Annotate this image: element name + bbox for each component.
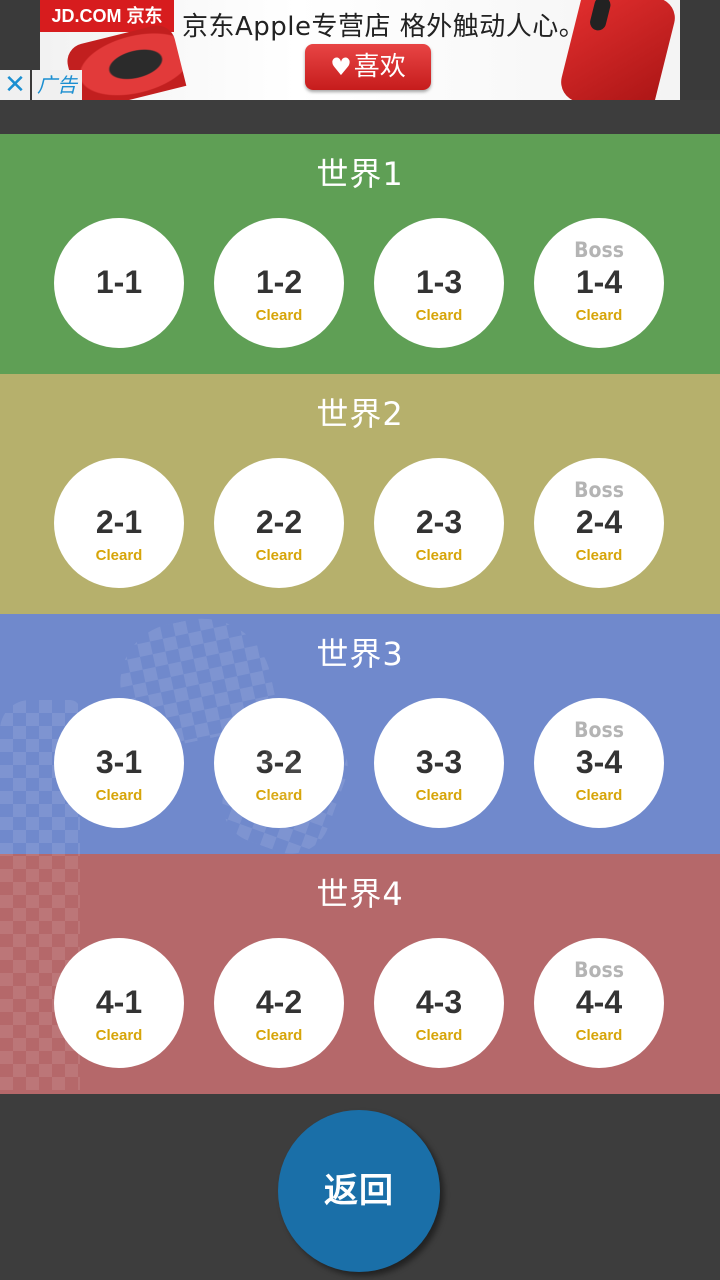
world-section: 世界2 2-1 Cleard 2-2 Cleard 2-3 Cleard Boss 2-4 Cle… [0,374,720,614]
stage-button[interactable]: 2-1 Cleard [54,458,184,588]
boss-label: Boss [574,958,624,982]
stage-button[interactable]: 2-3 Cleard [374,458,504,588]
stage-button[interactable]: 1-2 Cleard [214,218,344,348]
stage-status: Cleard [95,1027,143,1044]
stage-button[interactable]: 1-3 Cleard [374,218,504,348]
game-screen: JD.COM 京东 京东Apple专营店 格外触动人心。 ♥喜欢 ✕ 广告 世界… [0,0,720,1280]
stage-status: Cleard [415,307,463,324]
stage-status: Cleard [415,787,463,804]
stage-number: 2-4 [575,504,623,540]
stage-number: 3-1 [95,744,143,780]
stage-status: Cleard [255,1027,303,1044]
ad-banner[interactable]: JD.COM 京东 京东Apple专营店 格外触动人心。 ♥喜欢 [40,0,680,100]
stage-button[interactable]: 3-3 Cleard [374,698,504,828]
stage-number: 2-2 [255,504,303,540]
close-icon[interactable]: ✕ [0,70,30,100]
world-section: 世界1 1-1 1-2 Cleard 1-3 Cleard Boss 1-4 Cleard [0,134,720,374]
stage-number: 4-3 [415,984,463,1020]
stage-button[interactable]: Boss 4-4 Cleard [534,938,664,1068]
world-title: 世界1 [316,155,404,193]
stage-status: Cleard [255,307,303,324]
stage-button[interactable]: 4-3 Cleard [374,938,504,1068]
ad-like-button[interactable]: ♥喜欢 [305,44,431,90]
ad-headline: 京东Apple专营店 格外触动人心。 [182,12,586,42]
stage-button[interactable]: Boss 2-4 Cleard [534,458,664,588]
stage-number: 1-4 [575,264,623,300]
stage-button[interactable]: 3-1 Cleard [54,698,184,828]
stage-button[interactable]: 3-2 Cleard [214,698,344,828]
stage-number: 4-2 [255,984,303,1020]
stage-button[interactable]: 4-2 Cleard [214,938,344,1068]
world-section: 世界4 4-1 Cleard 4-2 Cleard 4-3 Cleard Boss 4-4 Cle… [0,854,720,1094]
stage-number: 1-1 [95,264,143,300]
stage-status: Cleard [575,307,623,324]
stage-number: 3-4 [575,744,623,780]
ad-label: 广告 [32,70,82,100]
stage-button[interactable]: 4-1 Cleard [54,938,184,1068]
world-title: 世界2 [316,395,404,433]
stage-number: 4-1 [95,984,143,1020]
stage-number: 1-2 [255,264,303,300]
stage-status: Cleard [575,547,623,564]
world-list: 世界1 1-1 1-2 Cleard 1-3 Cleard Boss 1-4 Cleard 世界2… [0,134,720,1094]
stage-number: 3-2 [255,744,303,780]
stage-status: Cleard [95,547,143,564]
watch-image [63,21,187,100]
stage-button[interactable]: Boss 3-4 Cleard [534,698,664,828]
stage-button[interactable]: 1-1 [54,218,184,348]
stage-button[interactable]: Boss 1-4 Cleard [534,218,664,348]
stage-status: Cleard [95,787,143,804]
world-title: 世界3 [316,635,404,673]
stage-status: Cleard [415,1027,463,1044]
ad-bar: JD.COM 京东 京东Apple专营店 格外触动人心。 ♥喜欢 ✕ 广告 [0,0,720,100]
boss-label: Boss [574,718,624,742]
stage-number: 1-3 [415,264,463,300]
stage-status: Cleard [575,1027,623,1044]
stage-number: 2-3 [415,504,463,540]
world-section: 世界3 3-1 Cleard 3-2 Cleard 3-3 Cleard Boss 3-4 Cle… [0,614,720,854]
stage-status: Cleard [575,787,623,804]
stage-status: Cleard [415,547,463,564]
ad-like-label: 喜欢 [353,52,406,82]
stage-button[interactable]: 2-2 Cleard [214,458,344,588]
back-button[interactable]: 返回 [278,1110,440,1272]
stage-number: 3-3 [415,744,463,780]
heart-icon: ♥ [330,53,352,81]
world-title: 世界4 [316,875,404,913]
stage-status: Cleard [255,547,303,564]
boss-label: Boss [574,238,624,262]
stage-number: 4-4 [575,984,623,1020]
boss-label: Boss [574,478,624,502]
stage-number: 2-1 [95,504,143,540]
stage-status: Cleard [255,787,303,804]
